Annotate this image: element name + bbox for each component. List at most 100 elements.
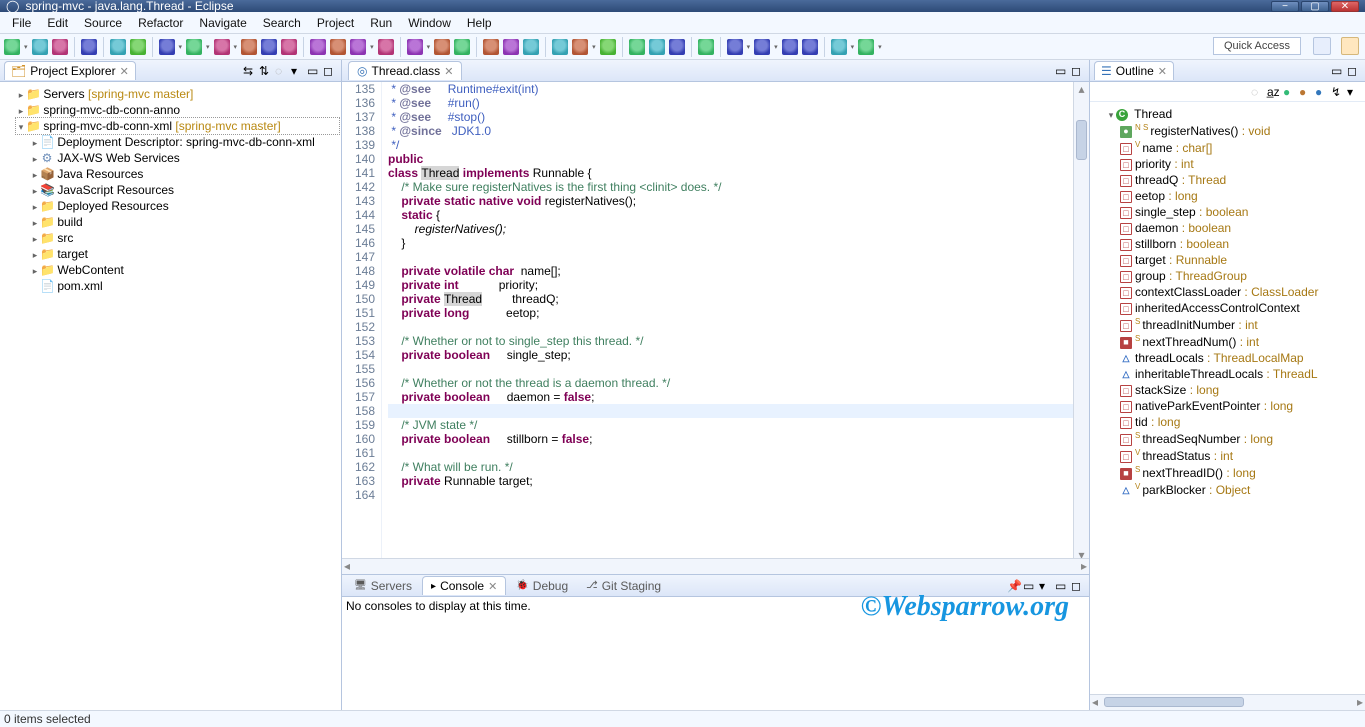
outline-item[interactable]: ■SnextThreadNum() : int <box>1120 333 1363 350</box>
opentype-icon[interactable] <box>483 39 499 55</box>
sort-icon[interactable]: a̲z <box>1267 85 1281 99</box>
tab-debug[interactable]: 🐞Debug <box>508 577 576 595</box>
menu-edit[interactable]: Edit <box>39 16 76 30</box>
view-menu-icon[interactable]: ▾ <box>291 64 305 78</box>
outline-item[interactable]: □SthreadSeqNumber : long <box>1120 430 1363 447</box>
tab-console[interactable]: ▸Console✕ <box>422 576 506 595</box>
save-icon[interactable] <box>32 39 48 55</box>
maximize-view-icon[interactable]: ◻ <box>323 64 337 78</box>
extapp-dropdown-icon[interactable]: ▾ <box>370 43 374 51</box>
code-line-163[interactable]: private Runnable target; <box>388 474 1073 488</box>
hide-static-icon[interactable]: ● <box>1299 85 1313 99</box>
expand-icon[interactable]: ▸ <box>30 170 40 181</box>
code-line-158[interactable] <box>388 404 1073 418</box>
code-line-145[interactable]: registerNatives(); <box>388 222 1073 236</box>
code-line-144[interactable]: static { <box>388 208 1073 222</box>
tree-item[interactable]: ▸📦 Java Resources <box>30 166 339 182</box>
menu-project[interactable]: Project <box>309 16 362 30</box>
menu-search[interactable]: Search <box>255 16 309 30</box>
cut-icon[interactable] <box>629 39 645 55</box>
paste-icon[interactable] <box>669 39 685 55</box>
outline-tree[interactable]: ▾C Thread●N SregisterNatives() : void□Vn… <box>1090 102 1365 694</box>
menu-navigate[interactable]: Navigate <box>191 16 254 30</box>
code-line-141[interactable]: class Thread implements Runnable { <box>388 166 1073 180</box>
code-line-149[interactable]: private int priority; <box>388 278 1073 292</box>
outline-item[interactable]: □single_step : boolean <box>1120 204 1363 220</box>
copy-icon[interactable] <box>649 39 665 55</box>
menu-run[interactable]: Run <box>362 16 400 30</box>
menu-file[interactable]: File <box>4 16 39 30</box>
explorer-tab[interactable]: 🗂 Project Explorer ✕ <box>4 61 136 80</box>
web-icon[interactable] <box>698 39 714 55</box>
git-s-icon[interactable] <box>782 39 798 55</box>
editor-horizontal-scrollbar[interactable]: ◂ ▸ <box>342 558 1089 574</box>
outline-item[interactable]: □target : Runnable <box>1120 252 1363 268</box>
code-line-154[interactable]: private boolean single_step; <box>388 348 1073 362</box>
code-line-159[interactable]: /* JVM state */ <box>388 418 1073 432</box>
run-dropdown-icon[interactable]: ▾ <box>206 43 210 51</box>
outline-item[interactable]: △threadLocals : ThreadLocalMap <box>1120 350 1363 366</box>
tree-item[interactable]: ▸📁 WebContent <box>30 262 339 278</box>
maximize-button[interactable]: ▢ <box>1301 1 1329 12</box>
code-line-164[interactable] <box>388 488 1073 502</box>
outline-item[interactable]: □group : ThreadGroup <box>1120 268 1363 284</box>
minimize-editor-icon[interactable]: ▭ <box>1055 64 1069 78</box>
code-line-161[interactable] <box>388 446 1073 460</box>
runlast-dropdown-icon[interactable]: ▾ <box>234 43 238 51</box>
open-console-icon[interactable]: ▾ <box>1039 579 1053 593</box>
code-line-155[interactable] <box>388 362 1073 376</box>
code-line-146[interactable]: } <box>388 236 1073 250</box>
tree-item[interactable]: ▸📁 build <box>30 214 339 230</box>
outline-item[interactable]: □stillborn : boolean <box>1120 236 1363 252</box>
expand-icon[interactable]: ▸ <box>30 138 40 149</box>
scroll-left-icon[interactable]: ◂ <box>344 559 350 573</box>
new-icon[interactable] <box>4 39 20 55</box>
hide-fields-icon[interactable]: ● <box>1283 85 1297 99</box>
expand-icon[interactable]: ▸ <box>30 250 40 261</box>
newpkg-dropdown-icon[interactable]: ▾ <box>427 43 431 51</box>
expand-icon[interactable]: ▸ <box>30 218 40 229</box>
tree-item[interactable]: ▸⚙ JAX-WS Web Services <box>30 150 339 166</box>
outline-item[interactable]: □threadQ : Thread <box>1120 172 1363 188</box>
java-ee-perspective-button[interactable] <box>1341 37 1359 55</box>
menu-help[interactable]: Help <box>459 16 500 30</box>
minimize-button[interactable]: − <box>1271 1 1299 12</box>
outline-item[interactable]: □SthreadInitNumber : int <box>1120 316 1363 333</box>
code-line-139[interactable]: */ <box>388 138 1073 152</box>
runext-icon[interactable] <box>310 39 326 55</box>
opentask-dropdown-icon[interactable]: ▾ <box>592 43 596 51</box>
extapp2-icon[interactable] <box>378 39 394 55</box>
code-line-152[interactable] <box>388 320 1073 334</box>
scroll-left-icon[interactable]: ◂ <box>1092 695 1098 709</box>
scroll-right-icon[interactable]: ▸ <box>1357 695 1363 709</box>
outline-item[interactable]: ■SnextThreadID() : long <box>1120 464 1363 481</box>
project-tree[interactable]: ▸📁 Servers [spring-mvc master]▸📁 spring-… <box>0 82 341 710</box>
close-icon[interactable]: ✕ <box>444 65 453 78</box>
tab-git-staging[interactable]: ⎇Git Staging <box>578 577 669 595</box>
outline-item[interactable]: □eetop : long <box>1120 188 1363 204</box>
code-line-136[interactable]: * @see #run() <box>388 96 1073 110</box>
minimize-view-icon[interactable]: ▭ <box>1331 64 1345 78</box>
close-icon[interactable]: ✕ <box>120 65 129 78</box>
outline-item[interactable]: □Vname : char[] <box>1120 139 1363 156</box>
coverage-icon[interactable] <box>241 39 257 55</box>
fwd-dropdown-icon[interactable]: ▾ <box>878 43 882 51</box>
editor-vertical-scrollbar[interactable]: ▴ ▾ <box>1073 82 1089 558</box>
maximize-panel-icon[interactable]: ◻ <box>1071 579 1085 593</box>
task-icon[interactable] <box>523 39 539 55</box>
minimize-panel-icon[interactable]: ▭ <box>1055 579 1069 593</box>
tab-servers[interactable]: 🖥Servers <box>346 577 420 595</box>
ant-icon[interactable] <box>454 39 470 55</box>
back-dropdown-icon[interactable]: ▾ <box>851 43 855 51</box>
tree-item[interactable]: ▸📄 Deployment Descriptor: spring-mvc-db-… <box>30 134 339 150</box>
saveall-icon[interactable] <box>52 39 68 55</box>
newpkg-icon[interactable] <box>407 39 423 55</box>
expand-icon[interactable]: ▸ <box>16 90 26 101</box>
code-line-157[interactable]: private boolean daemon = false; <box>388 390 1073 404</box>
open-icon[interactable] <box>552 39 568 55</box>
tree-item[interactable]: ▸📁 src <box>30 230 339 246</box>
code-line-135[interactable]: * @see Runtime#exit(int) <box>388 82 1073 96</box>
expand-icon[interactable]: ▸ <box>30 186 40 197</box>
code-line-150[interactable]: private Thread threadQ; <box>388 292 1073 306</box>
git-p-dropdown-icon[interactable]: ▾ <box>774 43 778 51</box>
